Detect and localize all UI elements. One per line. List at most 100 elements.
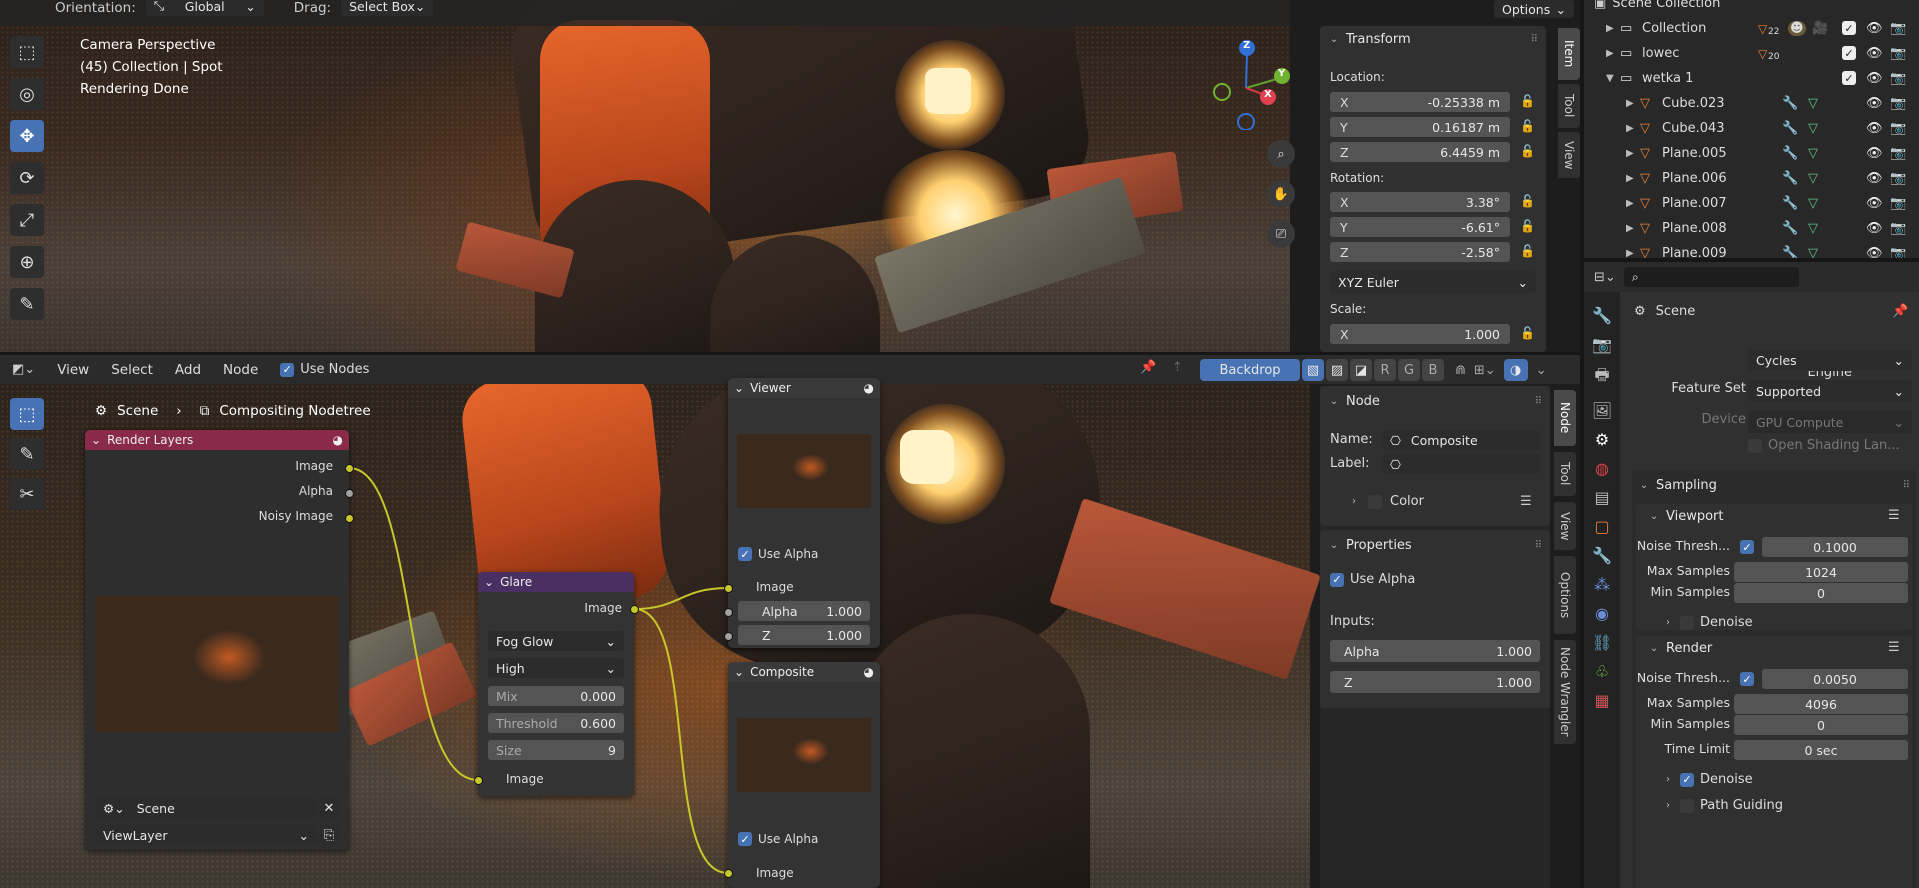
eye-icon[interactable]: 👁 (1866, 121, 1883, 136)
chevron-right-icon[interactable]: ▶ (1626, 223, 1634, 234)
exclude-checkbox[interactable]: ✓ (1842, 71, 1856, 85)
outliner-row[interactable]: ▶ ▽ Plane.005 🔧 ▽ 👁 📷 (1584, 141, 1919, 166)
eye-icon[interactable]: 👁 (1866, 221, 1883, 236)
chevron-down-icon[interactable]: ▼ (1606, 73, 1614, 84)
lock-icon[interactable]: 🔓 (1520, 144, 1535, 158)
tab-view[interactable]: View (1554, 502, 1576, 550)
viewer-use-alpha-checkbox[interactable]: ✓ (738, 547, 752, 561)
node-color-subpanel[interactable]: › Color (1348, 494, 1424, 509)
physics-tab-icon[interactable]: ◉ (1595, 604, 1609, 623)
scale-x-0-field[interactable]: X 1.000 (1330, 324, 1510, 344)
vp-denoise-checkbox[interactable] (1680, 615, 1694, 630)
close-icon[interactable]: ✕ (319, 798, 339, 818)
render-camera-icon[interactable]: 📷 (1890, 221, 1906, 236)
render-camera-icon[interactable]: 📷 (1890, 96, 1906, 111)
render-engine-dropdown[interactable]: Cycles ⌄ (1748, 349, 1912, 371)
r-denoise-subpanel[interactable]: › ✓ Denoise (1662, 772, 1753, 787)
render-layers-node-header[interactable]: ⌄ Render Layers ◕ (85, 430, 349, 450)
renderlayers-alpha-socket[interactable] (345, 489, 354, 498)
tab-view[interactable]: View (1558, 132, 1580, 178)
eye-icon[interactable]: 👁 (1866, 171, 1883, 186)
render-camera-icon[interactable]: 📷 (1890, 171, 1906, 186)
glare-node[interactable]: ⌄ Glare Image Fog Glow ⌄ High ⌄ Mix 0.000 T… (478, 572, 634, 796)
tab-node[interactable]: Node (1554, 390, 1576, 446)
collection-tab-icon[interactable]: ▤ (1594, 488, 1609, 507)
eye-icon[interactable]: 👁 (1866, 46, 1883, 61)
feature-set-dropdown[interactable]: Supported ⌄ (1748, 380, 1912, 402)
outliner-row[interactable]: ▶ ▭ Collection ▽ 22 ☻ 🎥 ✓ 👁 📷 (1584, 16, 1919, 41)
snap-grid-icon[interactable]: ⊞⌄ (1474, 363, 1496, 378)
glare-input-socket[interactable] (474, 776, 483, 785)
eye-icon[interactable]: 👁 (1866, 246, 1883, 258)
object-tab-icon[interactable]: ▢ (1594, 517, 1609, 536)
properties-search-input[interactable]: ⌕ (1623, 267, 1799, 287)
particles-tab-icon[interactable]: ⁂ (1594, 575, 1610, 594)
node-label-input[interactable]: ⎔ (1382, 454, 1540, 474)
renderlayers-image-socket[interactable] (345, 464, 354, 473)
outliner-row[interactable]: ▶ ▽ Plane.009 🔧 ▽ 👁 📷 (1584, 241, 1919, 258)
viewer-node[interactable]: ⌄ Viewer ◕ ✓ Use Alpha Image Alpha 1.000 … (728, 378, 880, 648)
r-noise-threshold-field[interactable]: 0.0050 (1762, 669, 1908, 689)
outliner-root[interactable]: ▣ Scene Collection (1584, 0, 1919, 11)
vp-max-samples-field[interactable]: 1024 (1734, 562, 1908, 582)
world-tab-icon[interactable]: ◍ (1595, 459, 1609, 478)
composite-node-header[interactable]: ⌄ Composite ◕ (728, 662, 880, 682)
r-max-samples-field[interactable]: 4096 (1734, 694, 1908, 714)
lock-icon[interactable]: 🔓 (1520, 219, 1535, 233)
node-panel-header[interactable]: ⌄ Node (1328, 394, 1380, 409)
path-guiding-checkbox[interactable] (1680, 798, 1694, 813)
outliner-row[interactable]: ▶ ▽ Plane.006 🔧 ▽ 👁 📷 (1584, 166, 1919, 191)
tab-options[interactable]: Options (1554, 556, 1576, 634)
chevron-right-icon[interactable]: ▶ (1606, 48, 1614, 59)
rotation-mode-dropdown[interactable]: XYZ Euler ⌄ (1330, 271, 1536, 293)
render-camera-icon[interactable]: 📷 (1890, 121, 1906, 136)
glare-size-field[interactable]: Size 9 (488, 740, 624, 760)
render-subpanel-header[interactable]: ⌄ Render (1648, 641, 1712, 656)
view-layer-tab-icon[interactable]: 🖼 (1592, 401, 1612, 420)
node-use-alpha-checkbox[interactable]: ✓ (1330, 572, 1344, 587)
composite-image-socket[interactable] (724, 869, 733, 878)
preset-list-icon[interactable]: ☰ (1888, 508, 1900, 523)
glare-quality-dropdown[interactable]: High ⌄ (488, 658, 624, 678)
chevron-right-icon[interactable]: ▶ (1626, 123, 1634, 134)
render-camera-icon[interactable]: 📷 (1890, 21, 1906, 36)
eye-icon[interactable]: 👁 (1866, 96, 1883, 111)
tab-tool[interactable]: Tool (1558, 84, 1580, 128)
view-layer-dropdown[interactable]: ViewLayer ⌄ (95, 825, 317, 845)
glare-type-dropdown[interactable]: Fog Glow ⌄ (488, 631, 624, 651)
chevron-right-icon[interactable]: ▶ (1626, 173, 1634, 184)
properties-panel-header[interactable]: ⌄ Properties (1328, 538, 1412, 553)
r-noise-checkbox[interactable]: ✓ (1740, 672, 1754, 686)
node-name-input[interactable]: ⎔ Composite (1382, 430, 1540, 450)
lock-icon[interactable]: 🔓 (1520, 326, 1535, 340)
node-preview-icon[interactable]: ◕ (864, 665, 874, 679)
render-camera-icon[interactable]: 📷 (1890, 71, 1906, 86)
channels-rgb-icon[interactable]: ▨ (1326, 359, 1348, 381)
outliner-row[interactable]: ▶ ▽ Cube.023 🔧 ▽ 👁 📷 (1584, 91, 1919, 116)
glare-mix-field[interactable]: Mix 0.000 (488, 686, 624, 706)
vp-denoise-subpanel[interactable]: › Denoise (1662, 615, 1753, 630)
modifier-tab-icon[interactable]: 🔧 (1592, 546, 1612, 565)
tab-tool[interactable]: Tool (1554, 452, 1576, 496)
preset-list-icon[interactable]: ☰ (1888, 640, 1900, 655)
tab-item[interactable]: Item (1558, 28, 1580, 80)
rotation-y-1-field[interactable]: Y -6.61° (1330, 217, 1510, 237)
editor-type-icon[interactable]: ⊟⌄ (1594, 270, 1616, 285)
viewer-z-socket[interactable] (724, 632, 733, 641)
new-view-layer-icon[interactable]: ⎘ (319, 825, 339, 845)
renderlayers-noisy-socket[interactable] (345, 514, 354, 523)
eye-icon[interactable]: 👁 (1866, 146, 1883, 161)
tool-tab-icon[interactable]: 🔧 (1592, 306, 1612, 325)
constraints-tab-icon[interactable]: ⛓ (1592, 633, 1612, 652)
scene-tab-icon[interactable]: ⚙ (1595, 430, 1609, 449)
path-guiding-subpanel[interactable]: › Path Guiding (1662, 798, 1783, 813)
viewer-alpha-field[interactable]: Alpha 1.000 (738, 601, 870, 621)
lock-icon[interactable]: 🔓 (1520, 119, 1535, 133)
render-camera-icon[interactable]: 📷 (1890, 146, 1906, 161)
chevron-right-icon[interactable]: ▶ (1626, 148, 1634, 159)
chevron-right-icon[interactable]: ▶ (1626, 248, 1634, 258)
data-tab-icon[interactable]: ♧ (1595, 662, 1609, 681)
viewport-subpanel-header[interactable]: ⌄ Viewport (1648, 509, 1724, 524)
render-camera-icon[interactable]: 📷 (1890, 46, 1906, 61)
osl-checkbox[interactable] (1748, 438, 1762, 453)
